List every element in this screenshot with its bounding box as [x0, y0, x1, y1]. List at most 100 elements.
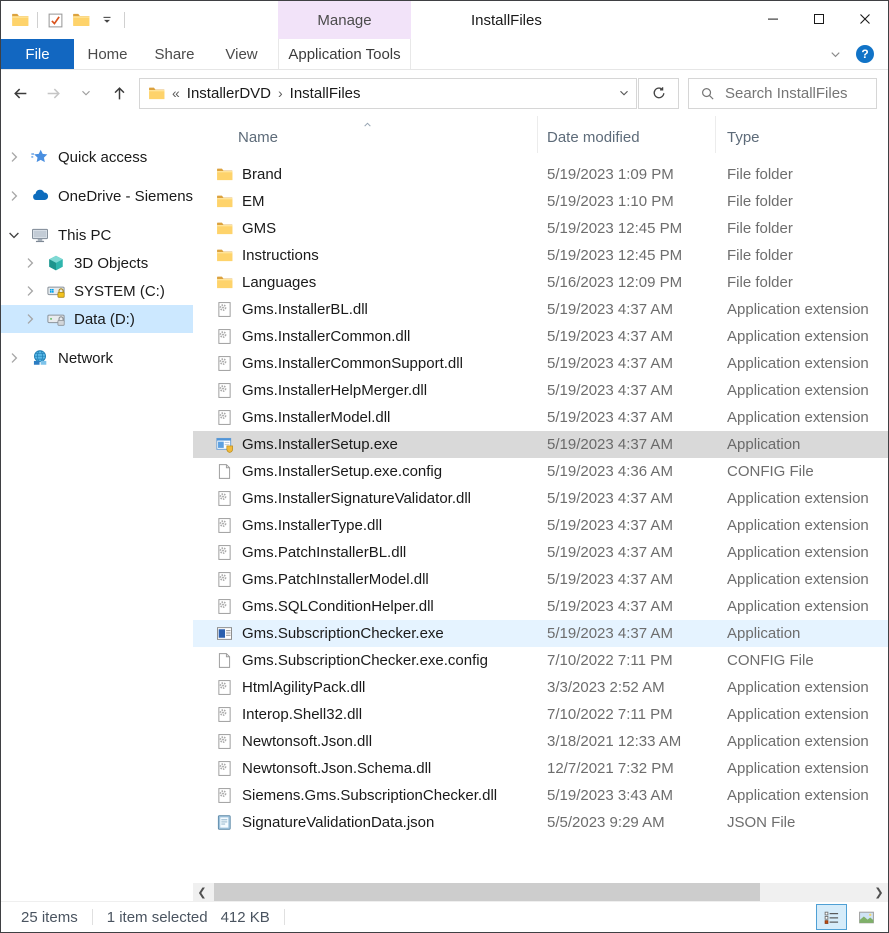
file-name: SignatureValidationData.json	[242, 814, 434, 831]
recent-locations-dropdown-icon[interactable]	[73, 80, 99, 106]
collapse-ribbon-icon[interactable]	[828, 47, 843, 62]
details-view-button[interactable]	[816, 904, 847, 930]
file-date: 5/19/2023 4:37 AM	[538, 328, 716, 345]
file-row[interactable]: Newtonsoft.Json.dll3/18/2021 12:33 AMApp…	[193, 728, 888, 755]
sidebar-item-system-c[interactable]: SYSTEM (C:)	[1, 277, 193, 305]
file-name: Newtonsoft.Json.Schema.dll	[242, 760, 431, 777]
thumbnails-view-button[interactable]	[852, 905, 881, 929]
file-row[interactable]: Gms.InstallerSignatureValidator.dll5/19/…	[193, 485, 888, 512]
column-header-date-modified[interactable]: Date modified	[538, 116, 716, 153]
file-row[interactable]: Gms.InstallerBL.dll5/19/2023 4:37 AMAppl…	[193, 296, 888, 323]
properties-button[interactable]	[46, 11, 64, 29]
sidebar-item-label: SYSTEM (C:)	[74, 283, 165, 300]
drive-data-icon	[47, 310, 65, 328]
column-header-type[interactable]: Type	[716, 116, 888, 153]
chevron-right-icon[interactable]	[6, 350, 22, 366]
maximize-button[interactable]	[796, 1, 842, 37]
file-name: Gms.InstallerCommonSupport.dll	[242, 355, 463, 372]
address-truncation[interactable]: «	[172, 85, 180, 101]
column-header-name[interactable]: Name	[193, 116, 538, 153]
chevron-down-icon[interactable]	[6, 227, 22, 243]
sidebar-item-label: Network	[58, 350, 113, 367]
file-row[interactable]: Newtonsoft.Json.Schema.dll 12/7/2021 7:32…	[193, 755, 888, 782]
sidebar-item-3d-objects[interactable]: 3D Objects	[1, 249, 193, 277]
new-folder-button[interactable]	[72, 11, 90, 29]
file-name: Gms.InstallerSignatureValidator.dll	[242, 490, 471, 507]
close-button[interactable]	[842, 1, 888, 37]
minimize-button[interactable]	[750, 1, 796, 37]
scroll-right-icon[interactable]: ❯	[870, 883, 888, 901]
file-date: 12/7/2021 7:32 PM	[538, 760, 716, 777]
file-row[interactable]: Gms.PatchInstallerModel.dll5/19/2023 4:3…	[193, 566, 888, 593]
breadcrumb-segment[interactable]: InstallFiles	[290, 85, 361, 102]
tab-view[interactable]: View	[208, 39, 275, 69]
file-row[interactable]: Gms.SubscriptionChecker.exe5/19/2023 4:3…	[193, 620, 888, 647]
address-dropdown-icon[interactable]	[612, 79, 636, 108]
file-row[interactable]: Gms.InstallerCommonSupport.dll5/19/2023 …	[193, 350, 888, 377]
horizontal-scrollbar[interactable]: ❮ ❯	[193, 883, 888, 901]
scrollbar-thumb[interactable]	[214, 883, 760, 901]
quick-access-icon	[31, 148, 49, 166]
view-toggle-buttons	[816, 904, 881, 930]
dll-icon	[216, 490, 233, 507]
file-row[interactable]: Gms.InstallerSetup.exe.config5/19/2023 4…	[193, 458, 888, 485]
file-name: EM	[242, 193, 265, 210]
file-row[interactable]: SignatureValidationData.json5/5/2023 9:2…	[193, 809, 888, 836]
chevron-right-icon[interactable]	[22, 255, 38, 271]
folder-icon	[216, 274, 233, 291]
file-row[interactable]: Languages5/16/2023 12:09 PMFile folder	[193, 269, 888, 296]
help-icon[interactable]: ?	[856, 45, 874, 63]
file-row[interactable]: Gms.InstallerModel.dll5/19/2023 4:37 AMA…	[193, 404, 888, 431]
chevron-right-icon[interactable]	[6, 188, 22, 204]
column-headers: Name Date modified Type	[193, 116, 888, 153]
file-row[interactable]: Instructions5/19/2023 12:45 PMFile folde…	[193, 242, 888, 269]
breadcrumb-separator[interactable]: ›	[278, 85, 283, 101]
up-button[interactable]	[106, 80, 132, 106]
file-date: 5/19/2023 12:45 PM	[538, 220, 716, 237]
back-button[interactable]	[8, 80, 34, 106]
scroll-left-icon[interactable]: ❮	[193, 883, 211, 901]
tab-application-tools[interactable]: Application Tools	[278, 39, 411, 69]
chevron-right-icon[interactable]	[22, 311, 38, 327]
file-row[interactable]: GMS5/19/2023 12:45 PMFile folder	[193, 215, 888, 242]
file-row[interactable]: Brand5/19/2023 1:09 PMFile folder	[193, 161, 888, 188]
file-date: 5/19/2023 3:43 AM	[538, 787, 716, 804]
sidebar-item-label: Data (D:)	[74, 311, 135, 328]
manage-contextual-label[interactable]: Manage	[278, 1, 411, 39]
tab-file[interactable]: File	[1, 39, 74, 69]
address-folder-icon	[148, 85, 165, 102]
file-row[interactable]: EM5/19/2023 1:10 PMFile folder	[193, 188, 888, 215]
file-row[interactable]: Gms.InstallerCommon.dll5/19/2023 4:37 AM…	[193, 323, 888, 350]
chevron-right-icon[interactable]	[6, 149, 22, 165]
chevron-right-icon[interactable]	[22, 283, 38, 299]
sidebar-item-onedrive-siemens[interactable]: OneDrive - Siemens	[1, 182, 193, 210]
file-row[interactable]: Gms.InstallerHelpMerger.dll5/19/2023 4:3…	[193, 377, 888, 404]
file-date: 5/19/2023 4:37 AM	[538, 598, 716, 615]
file-name: Brand	[242, 166, 282, 183]
customize-qat-dropdown-icon[interactable]	[98, 11, 116, 29]
sidebar-item-quick-access[interactable]: Quick access	[1, 143, 193, 171]
file-row[interactable]: Gms.InstallerType.dll5/19/2023 4:37 AMAp…	[193, 512, 888, 539]
file-row[interactable]: Gms.PatchInstallerBL.dll5/19/2023 4:37 A…	[193, 539, 888, 566]
file-row[interactable]: Gms.SubscriptionChecker.exe.config7/10/2…	[193, 647, 888, 674]
sidebar-item-data-d[interactable]: Data (D:)	[1, 305, 193, 333]
forward-button[interactable]	[41, 80, 67, 106]
refresh-button[interactable]	[638, 78, 679, 109]
sidebar-item-this-pc[interactable]: This PC	[1, 221, 193, 249]
file-row[interactable]: Siemens.Gms.SubscriptionChecker.dll5/19/…	[193, 782, 888, 809]
breadcrumb-segment[interactable]: InstallerDVD	[187, 85, 271, 102]
search-icon	[700, 86, 715, 101]
file-type: File folder	[716, 274, 888, 291]
file-row[interactable]: HtmlAgilityPack.dll3/3/2023 2:52 AMAppli…	[193, 674, 888, 701]
sidebar-item-network[interactable]: Network	[1, 344, 193, 372]
file-row[interactable]: Gms.SQLConditionHelper.dll5/19/2023 4:37…	[193, 593, 888, 620]
address-bar[interactable]: « InstallerDVD › InstallFiles	[139, 78, 637, 109]
file-row[interactable]: Gms.InstallerSetup.exe5/19/2023 4:37 AMA…	[193, 431, 888, 458]
tab-share[interactable]: Share	[141, 39, 208, 69]
tab-home[interactable]: Home	[74, 39, 141, 69]
items-count: 25 items	[21, 909, 78, 926]
dll-icon	[216, 733, 233, 750]
file-type: Application extension	[716, 706, 888, 723]
search-input[interactable]: Search InstallFiles	[688, 78, 877, 109]
file-row[interactable]: Interop.Shell32.dll7/10/2022 7:11 PMAppl…	[193, 701, 888, 728]
